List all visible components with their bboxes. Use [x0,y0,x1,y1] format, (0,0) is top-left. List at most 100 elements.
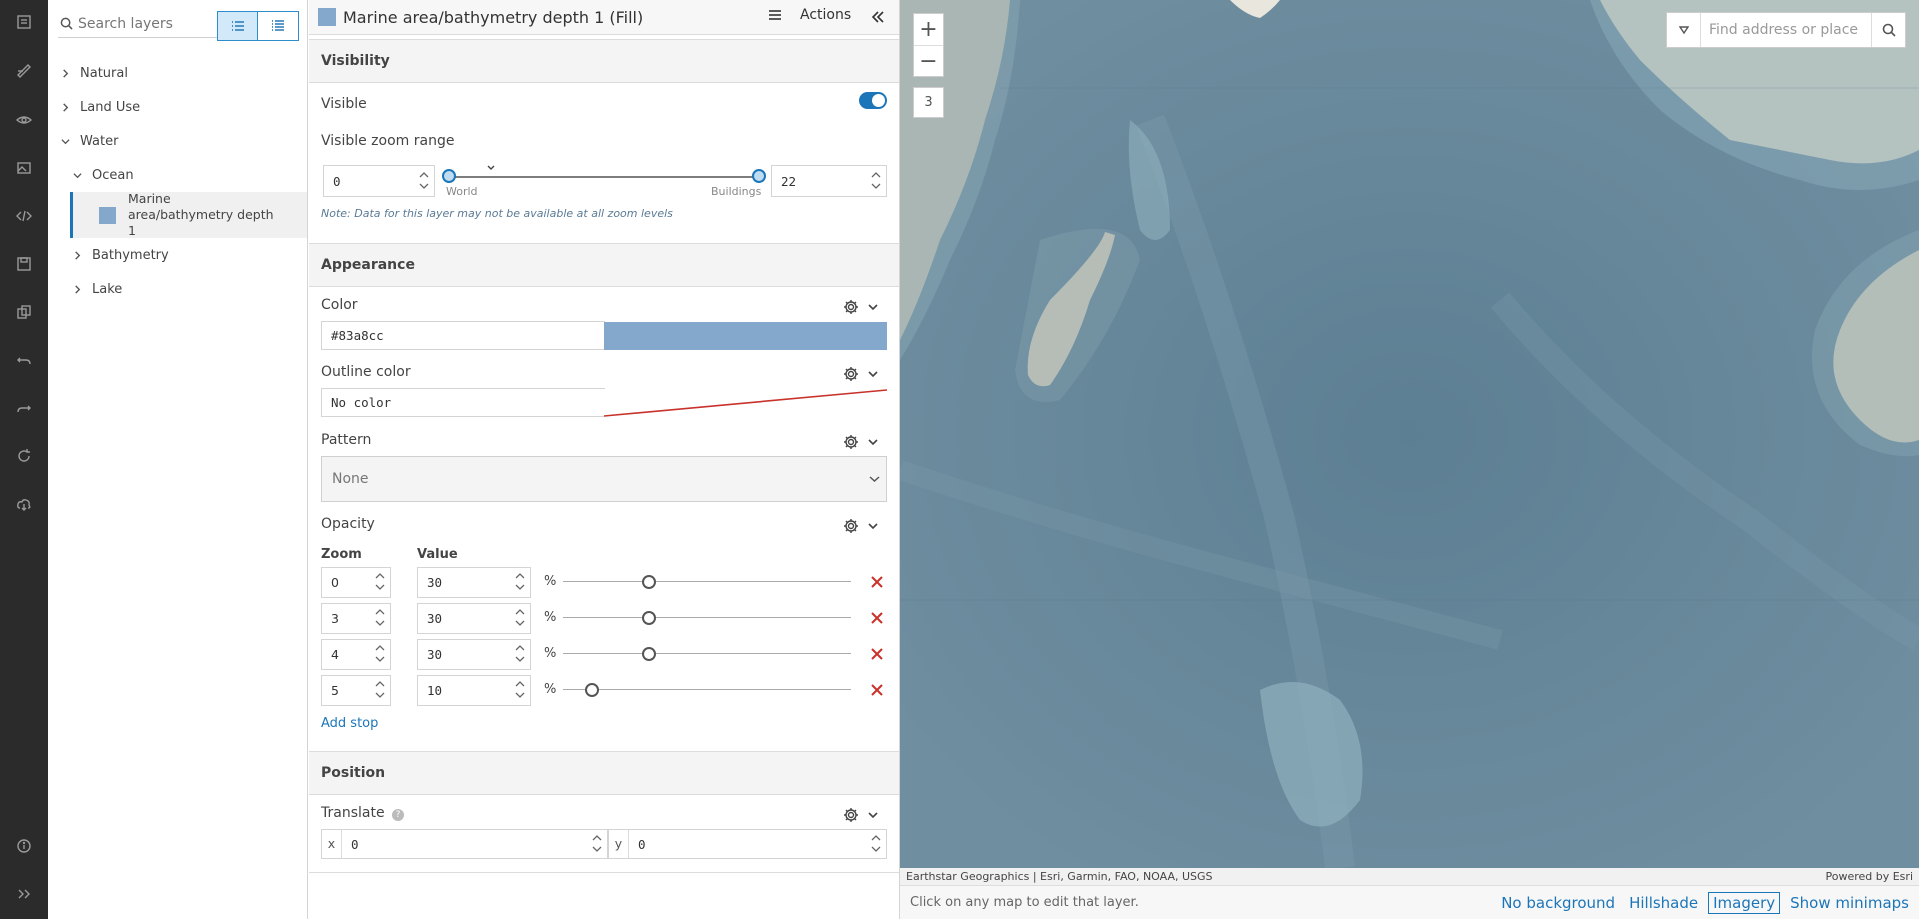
outline-options-button[interactable] [843,365,879,383]
color-swatch[interactable] [604,322,887,350]
add-stop-link[interactable]: Add stop [321,716,378,731]
translate-y-stepper[interactable] [871,832,883,858]
max-zoom-stepper[interactable] [871,169,883,195]
pattern-options-button[interactable] [843,433,879,451]
tree-item-lake[interactable]: Lake [48,272,307,306]
eye-icon[interactable] [14,110,34,130]
stop-zoom-stepper[interactable] [375,678,387,704]
remove-stop-button[interactable] [870,647,884,661]
color-options-button[interactable] [843,298,879,316]
outline-color-input[interactable]: No color [321,388,605,417]
geocoder-source-dropdown[interactable] [1667,13,1701,47]
x-label: x [322,830,342,858]
zoom-range-track[interactable] [450,176,760,178]
help-icon[interactable]: ? [392,809,405,821]
stop-zoom-stepper[interactable] [375,570,387,596]
tree-item-marine-area[interactable]: Marine area/bathymetry depth 1 [70,191,307,238]
opacity-slider-track[interactable] [563,653,851,654]
opacity-options-button[interactable] [843,517,879,535]
stop-value-stepper[interactable] [515,570,527,596]
opacity-slider-handle[interactable] [642,647,656,661]
zoom-range-max-handle[interactable] [752,169,766,183]
stop-zoom-input[interactable]: 4 [321,639,391,670]
map-view[interactable]: + − 3 [900,0,1919,868]
detail-view-button[interactable] [258,11,299,41]
stop-zoom-stepper[interactable] [375,606,387,632]
zoom-in-button[interactable]: + [914,14,943,45]
opacity-slider-track[interactable] [563,581,851,582]
stop-zoom-stepper[interactable] [375,642,387,668]
tree-item-ocean[interactable]: Ocean [48,158,307,192]
opacity-slider-handle[interactable] [642,611,656,625]
expand-icon[interactable] [14,884,34,904]
zoom-out-button[interactable]: − [914,45,943,76]
remove-stop-button[interactable] [870,611,884,625]
min-zoom-input[interactable]: 0 [323,165,435,197]
tree-item-natural[interactable]: Natural [48,56,307,90]
geocoder-input[interactable] [1701,22,1871,38]
color-input[interactable]: #83a8cc [321,321,605,350]
redo-icon[interactable] [14,398,34,418]
tree-item-water[interactable]: Water [48,124,307,158]
translate-y-input[interactable]: 0 [638,837,646,852]
opacity-slider-track[interactable] [563,689,851,690]
stop-zoom-input[interactable]: 3 [321,603,391,634]
code-icon[interactable] [14,206,34,226]
refresh-icon[interactable] [14,446,34,466]
powered-by-text[interactable]: Powered by Esri [1825,870,1913,883]
chevron-up-icon [871,172,881,178]
cloud-download-icon[interactable] [14,494,34,514]
opacity-slider-handle[interactable] [585,683,599,697]
tree-item-land-use[interactable]: Land Use [48,90,307,124]
stop-value-stepper[interactable] [515,642,527,668]
zoom-range-min-handle[interactable] [442,169,456,183]
stop-value-input[interactable]: 30 [417,603,531,634]
undo-icon[interactable] [14,350,34,370]
remove-stop-button[interactable] [870,683,884,697]
percent-label: % [544,574,557,589]
max-zoom-value: 22 [781,173,797,189]
stop-value-input[interactable]: 10 [417,675,531,706]
bg-option-imagery[interactable]: Imagery [1708,892,1781,914]
triangle-down-icon [1678,26,1689,34]
remove-stop-button[interactable] [870,575,884,589]
stop-zoom-input[interactable]: 5 [321,675,391,706]
stop-value-stepper[interactable] [515,606,527,632]
stop-value-stepper[interactable] [515,678,527,704]
bg-option-no-background[interactable]: No background [1497,893,1619,913]
images-icon[interactable] [14,158,34,178]
opacity-slider-handle[interactable] [642,575,656,589]
geocoder-search-button[interactable] [1871,13,1905,47]
gear-icon [844,300,858,314]
info-icon[interactable] [14,836,34,856]
bg-option-hillshade[interactable]: Hillshade [1625,893,1702,913]
list-view-button[interactable] [217,11,258,41]
save-icon[interactable] [14,254,34,274]
stop-value-input[interactable]: 30 [417,639,531,670]
opacity-label: Opacity [321,516,375,532]
translate-x-stepper[interactable] [592,832,604,858]
zoom-level-indicator: 3 [913,87,944,118]
visible-toggle[interactable] [859,92,887,109]
show-minimaps-toggle[interactable]: Show minimaps [1786,893,1913,913]
translate-options-button[interactable] [843,806,879,824]
max-zoom-input[interactable]: 22 [771,165,887,197]
layer-swatch [99,206,116,224]
copy-icon[interactable] [14,302,34,322]
actions-button[interactable]: Actions [768,7,851,23]
outline-no-color-swatch[interactable] [603,389,888,417]
tree-item-bathymetry[interactable]: Bathymetry [48,238,307,272]
translate-x-input[interactable]: 0 [351,837,359,852]
section-appearance: Appearance [309,243,899,287]
stop-value-input[interactable]: 30 [417,567,531,598]
map-hint: Click on any map to edit that layer. [910,895,1139,910]
chevron-down-icon [868,304,878,311]
edit-style-icon[interactable] [14,61,34,81]
opacity-slider-track[interactable] [563,617,851,618]
pattern-select[interactable]: None [321,456,887,502]
layers-icon[interactable] [14,12,34,32]
stop-zoom-input[interactable]: 0 [321,567,391,598]
min-zoom-stepper[interactable] [419,169,431,195]
collapse-panel-button[interactable] [869,9,887,25]
map-footer: Click on any map to edit that layer. No … [900,885,1919,919]
